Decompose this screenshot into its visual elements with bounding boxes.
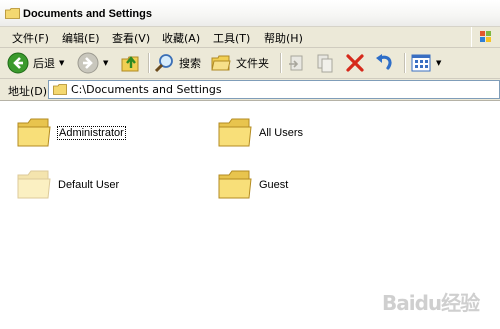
address-label: 地址(D) [8,85,48,98]
search-icon [154,54,173,73]
menu-view[interactable]: 查看(V) [112,30,150,46]
folder-item-guest[interactable]: Guest [217,167,407,207]
move-to-button[interactable] [286,50,308,76]
folders-icon [211,55,231,71]
views-grid-icon [411,54,431,72]
forward-arrow-icon [77,52,99,74]
folder-label-administrator: Administrator [57,126,126,140]
up-button[interactable] [120,50,142,76]
copy-to-icon [317,54,333,73]
folder-label-all-users: All Users [259,127,304,139]
folder-up-icon [121,56,139,72]
toolbar: 后退 ▼ ▼ 搜索 文件夹 ▼ [0,48,500,79]
undo-icon [376,54,392,70]
folder-item-all-users[interactable]: All Users [217,115,407,155]
folder-item-administrator[interactable]: Administrator [16,115,206,155]
folder-label-guest: Guest [259,179,289,191]
baidu-watermark: Baidu经验 [382,291,480,315]
delete-button[interactable] [344,50,366,76]
copy-to-button[interactable] [314,50,336,76]
menu-help[interactable]: 帮助(H) [264,30,303,46]
views-dropdown-icon[interactable]: ▼ [436,59,441,67]
move-to-icon [289,55,303,71]
folder-icon [17,118,51,147]
folder-faded-icon [17,170,51,199]
folder-icon [218,170,252,199]
back-dropdown-icon[interactable]: ▼ [59,59,64,67]
search-label: 搜索 [179,57,201,70]
folder-label-default-user: Default User [58,179,120,191]
forward-button[interactable]: ▼ [77,50,108,76]
menu-favorites[interactable]: 收藏(A) [162,30,200,46]
forward-dropdown-icon[interactable]: ▼ [103,59,108,67]
menu-tools[interactable]: 工具(T) [213,30,250,46]
menu-file[interactable]: 文件(F) [12,30,49,46]
back-button[interactable]: 后退 ▼ [7,50,64,76]
back-label: 后退 [33,57,55,70]
views-button[interactable]: ▼ [410,50,441,76]
windows-logo-icon [471,27,500,47]
folder-item-default-user[interactable]: Default User [16,167,206,207]
menu-edit[interactable]: 编辑(E) [62,30,100,46]
folder-icon [53,84,67,95]
delete-x-icon [346,54,364,72]
title-bar[interactable]: Documents and Settings [0,0,500,27]
address-bar: 地址(D) C:\Documents and Settings [0,79,500,101]
folder-icon [5,8,20,19]
address-input[interactable]: C:\Documents and Settings [48,80,500,99]
search-button[interactable]: 搜索 [153,50,201,76]
back-arrow-icon [7,52,29,74]
undo-button[interactable] [373,50,395,76]
address-value: C:\Documents and Settings [71,83,222,96]
folder-icon [218,118,252,147]
menu-bar: 文件(F) 编辑(E) 查看(V) 收藏(A) 工具(T) 帮助(H) [0,27,500,48]
folders-label: 文件夹 [236,57,269,70]
window-title: Documents and Settings [23,8,152,20]
folders-button[interactable]: 文件夹 [210,50,269,76]
